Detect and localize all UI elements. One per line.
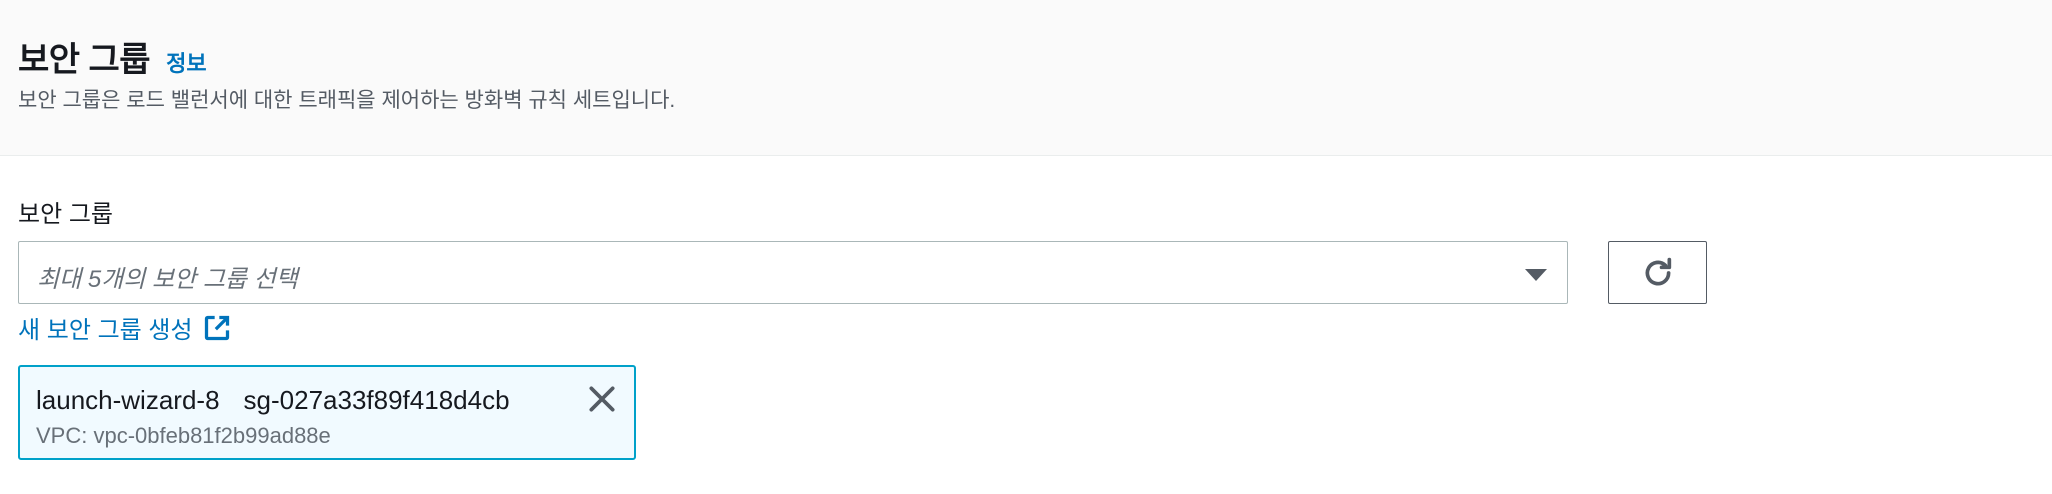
token-group-id: sg-027a33f89f418d4cb — [243, 385, 510, 415]
info-link[interactable]: 정보 — [166, 46, 206, 78]
title-row: 보안 그룹 정보 — [18, 32, 207, 81]
token-title: launch-wizard-8 sg-027a33f89f418d4cb — [36, 385, 510, 416]
external-link-icon — [203, 314, 231, 342]
close-icon — [589, 386, 615, 412]
refresh-icon — [1645, 257, 1671, 285]
create-link-label: 새 보안 그룹 생성 — [18, 317, 193, 344]
create-security-group-link[interactable]: 새 보안 그룹 생성 — [18, 310, 231, 345]
select-placeholder: 최대 5개의 보안 그룹 선택 — [37, 266, 298, 293]
page-title: 보안 그룹 — [18, 41, 151, 79]
security-group-select[interactable]: 최대 5개의 보안 그룹 선택 — [18, 241, 1568, 304]
caret-down-icon — [1525, 269, 1547, 281]
refresh-button[interactable] — [1608, 241, 1707, 304]
token-group-name: launch-wizard-8 — [36, 385, 220, 415]
remove-token-button[interactable] — [586, 383, 618, 415]
token-vpc: VPC: vpc-0bfeb81f2b99ad88e — [36, 423, 331, 448]
security-group-label: 보안 그룹 — [18, 201, 113, 228]
section-header: 보안 그룹 정보 보안 그룹은 로드 밸런서에 대한 트래픽을 제어하는 방화벽… — [0, 0, 2052, 156]
section-description: 보안 그룹은 로드 밸런서에 대한 트래픽을 제어하는 방화벽 규칙 세트입니다… — [18, 89, 676, 112]
selected-group-token: launch-wizard-8 sg-027a33f89f418d4cb VPC… — [18, 365, 636, 460]
